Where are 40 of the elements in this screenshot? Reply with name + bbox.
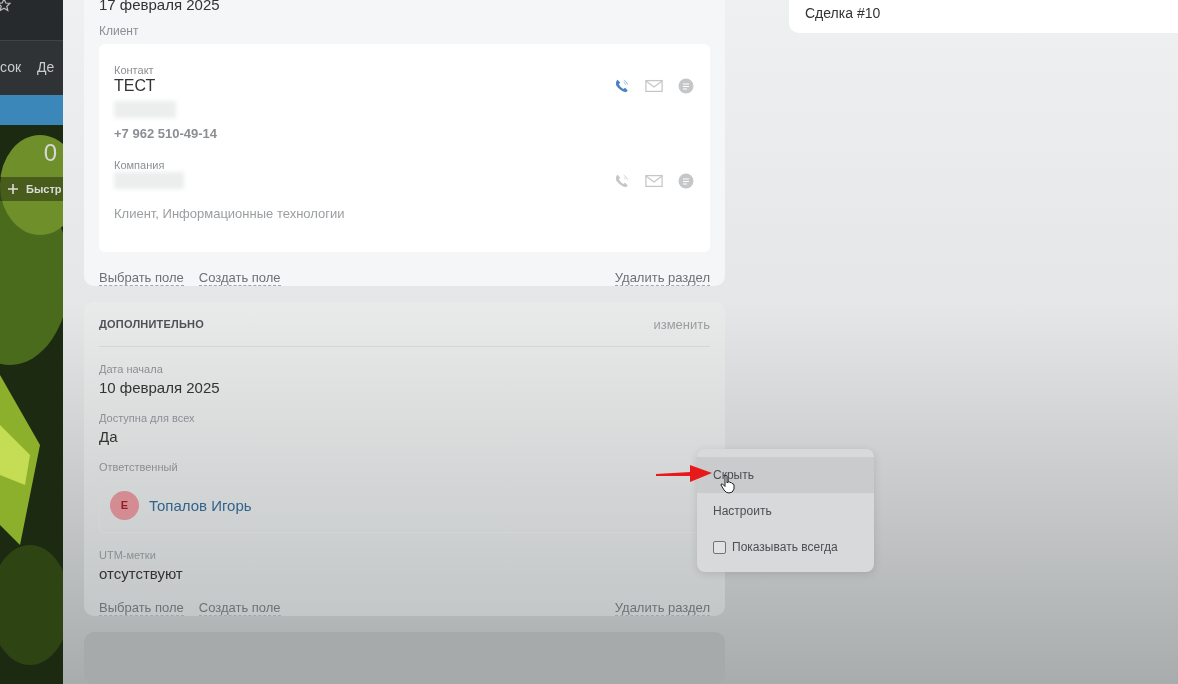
nav-tab[interactable]: сок	[0, 59, 22, 77]
field-label: Ответственный	[99, 461, 179, 473]
section-link[interactable]: Создать поле	[198, 600, 281, 616]
delete-section-link[interactable]: Удалить раздел	[614, 270, 710, 286]
phone-icon[interactable]	[613, 78, 631, 94]
field-label: Доступна для всех	[99, 412, 196, 424]
field-label: Дата начала	[99, 363, 164, 375]
counter: 0	[43, 139, 57, 167]
checkbox[interactable]	[713, 540, 726, 554]
field-label: UTM-метки	[99, 549, 157, 561]
contact-name[interactable]: ТЕСТ	[114, 77, 217, 95]
field-label: Компания	[114, 159, 166, 171]
plus-icon	[8, 184, 18, 194]
chat-icon[interactable]	[677, 78, 695, 94]
header-bar	[0, 95, 63, 125]
field-label: Контакт	[114, 64, 155, 76]
quick-add-button[interactable]: Быстр	[0, 177, 63, 201]
section-link[interactable]: Выбрать поле	[99, 600, 184, 616]
pointer-arrow	[656, 462, 712, 484]
field-value: 10 февраля 2025	[99, 379, 221, 396]
user-link[interactable]: Топалов Игорь	[149, 496, 252, 514]
section-link[interactable]: Создать поле	[198, 270, 281, 286]
phone-number: +7 962 510-49-14	[114, 126, 217, 141]
delete-section-link[interactable]: Удалить раздел	[614, 600, 710, 616]
company-description: Клиент, Информационные технологии	[114, 206, 345, 221]
section-label: Клиент	[99, 24, 140, 38]
section-title: ДОПОЛНИТЕЛЬНО	[99, 318, 204, 330]
field-value: отсутствуют	[99, 565, 184, 582]
phone-icon[interactable]	[613, 173, 631, 189]
checkbox-label[interactable]: Показывать всегда	[732, 540, 838, 554]
mail-icon[interactable]	[645, 173, 663, 189]
field-value: Да	[99, 428, 119, 445]
nav-tab[interactable]: Де	[37, 59, 55, 77]
mail-icon[interactable]	[645, 78, 663, 94]
deal-title[interactable]: Сделка #10	[805, 5, 881, 21]
menu-item[interactable]: Настроить	[697, 493, 874, 529]
menu-item[interactable]: Скрыть	[697, 457, 874, 493]
section-link[interactable]: Выбрать поле	[99, 270, 184, 286]
chat-icon[interactable]	[677, 173, 695, 189]
avatar: Е	[110, 490, 139, 520]
